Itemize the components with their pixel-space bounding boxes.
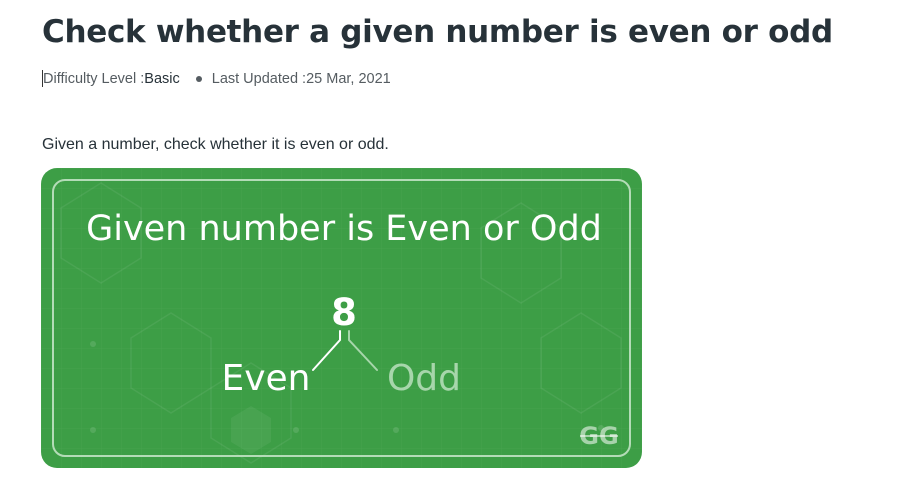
bullet-separator: [195, 75, 202, 82]
difficulty-label: Difficulty Level :: [43, 70, 145, 87]
article-meta: Difficulty Level : Basic Last Updated : …: [42, 70, 391, 87]
article-title: Check whether a given number is even or …: [42, 14, 833, 50]
even-label: Even: [221, 358, 310, 399]
odd-label: Odd: [387, 358, 461, 399]
last-updated-value: 25 Mar, 2021: [306, 70, 391, 87]
article-intro: Given a number, check whether it is even…: [42, 136, 389, 153]
last-updated-label: Last Updated :: [211, 70, 307, 87]
article-banner-image: Given number is Even or Odd 8 Even Odd G…: [41, 168, 642, 468]
banner-heading: Given number is Even or Odd: [86, 209, 602, 249]
geeksforgeeks-logo-icon: GG: [579, 422, 618, 450]
difficulty-value[interactable]: Basic: [144, 71, 179, 87]
banner-number: 8: [331, 291, 357, 334]
